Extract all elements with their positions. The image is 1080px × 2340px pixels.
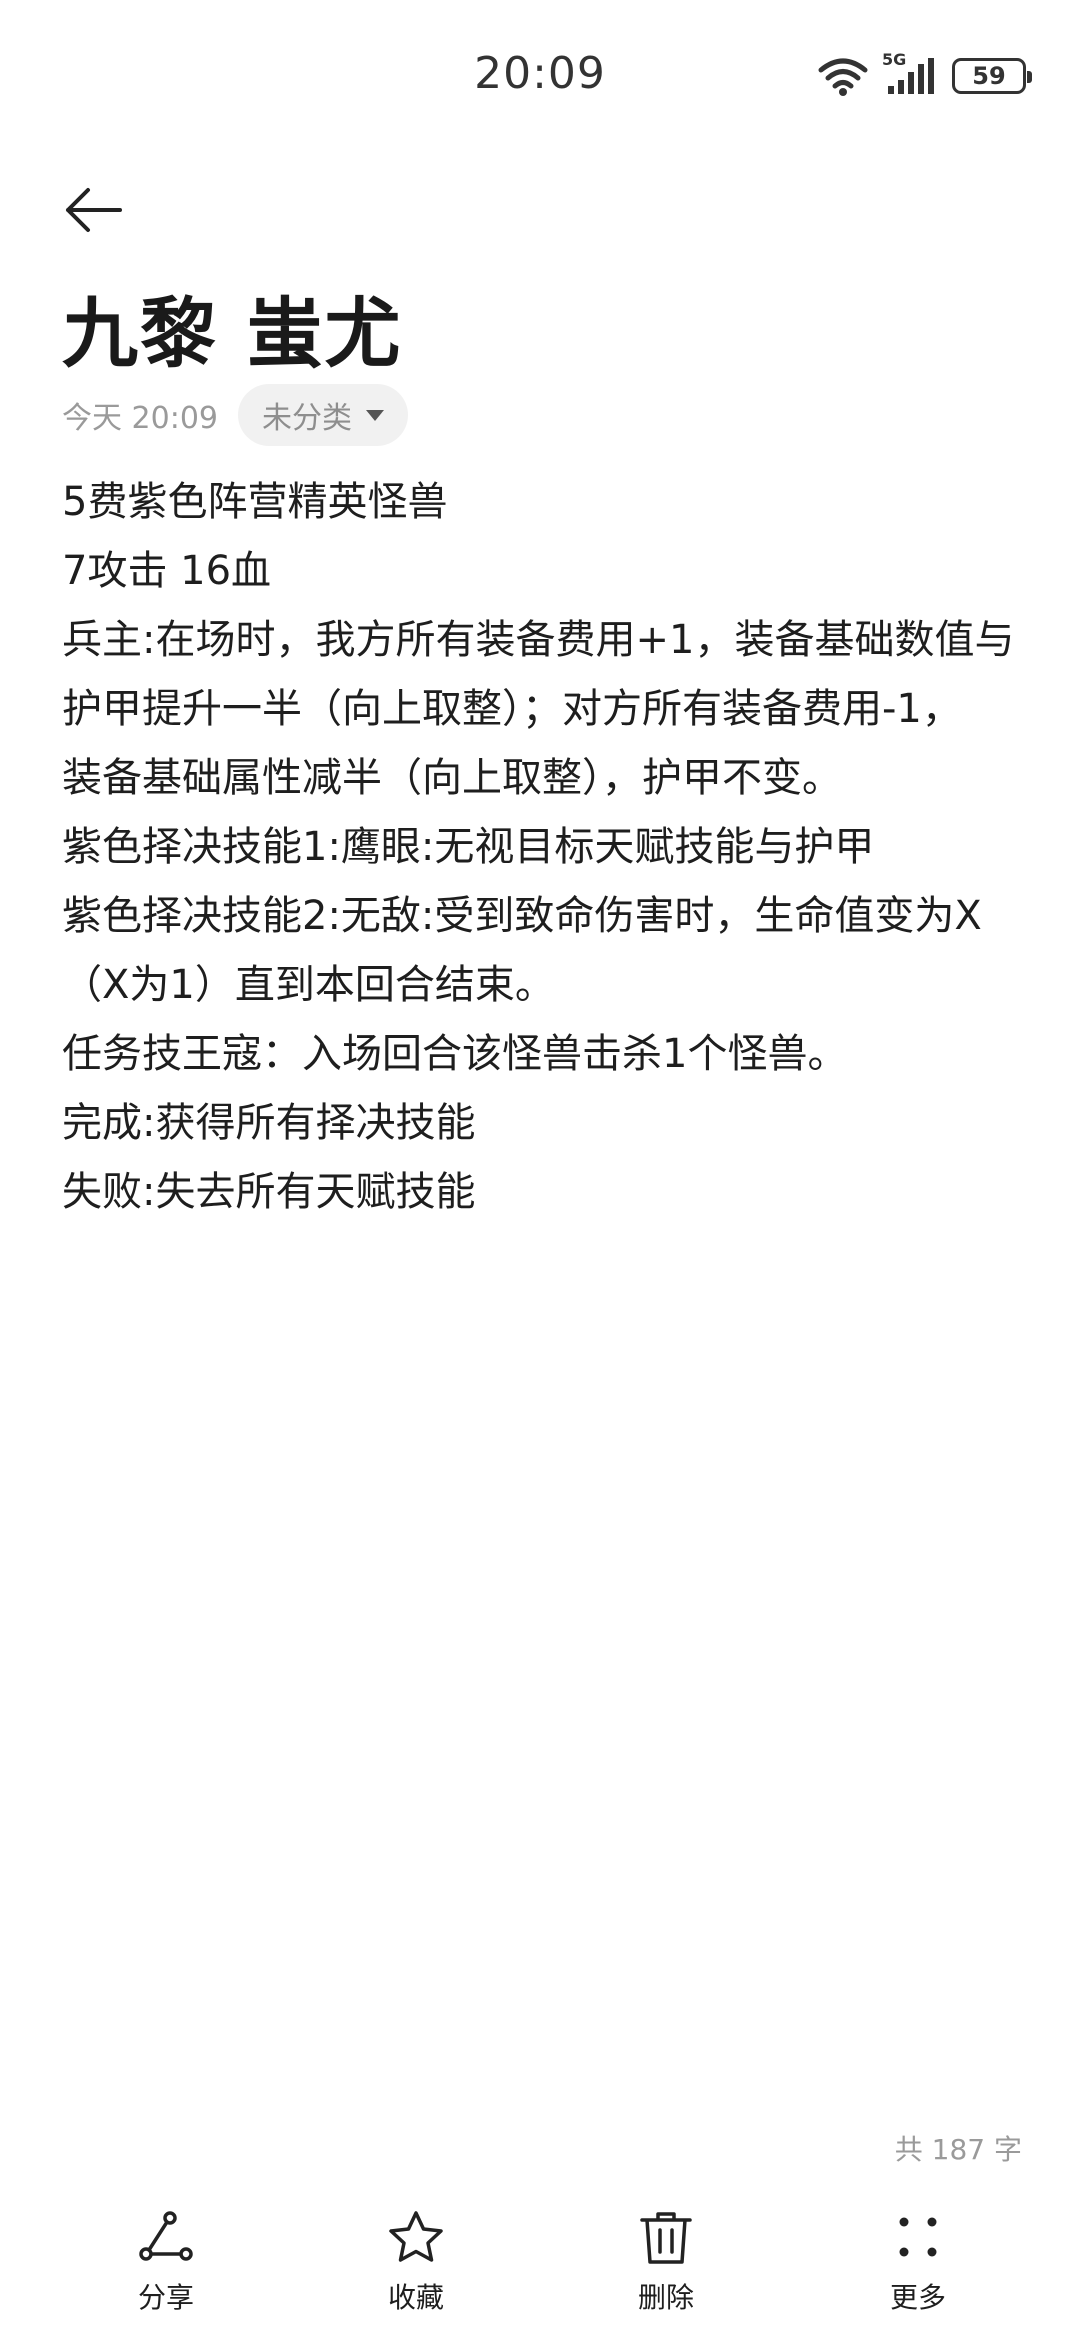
note-date: 今天 20:09 bbox=[62, 401, 218, 436]
note-line: 护甲提升一半（向上取整）；对方所有装备费用-1， bbox=[62, 686, 962, 732]
note-meta: 今天 20:09 未分类 bbox=[62, 384, 408, 446]
dropdown-arrow-icon bbox=[366, 409, 384, 421]
network-type: 5G bbox=[882, 50, 907, 69]
battery-level: 59 bbox=[972, 62, 1006, 90]
share-label: 分享 bbox=[137, 2281, 194, 2314]
more-button[interactable]: 更多 bbox=[858, 2210, 978, 2316]
favorite-label: 收藏 bbox=[387, 2281, 444, 2314]
star-icon bbox=[389, 2211, 443, 2262]
status-bar: 20:09 5G 59 bbox=[0, 0, 1080, 150]
signal-icon: 5G bbox=[882, 50, 938, 96]
note-line: 装备基础属性减半（向上取整），护甲不变。 bbox=[62, 755, 842, 801]
category-selector[interactable]: 未分类 bbox=[238, 384, 408, 446]
note-line: 紫色择决技能1:鹰眼:无视目标天赋技能与护甲 bbox=[62, 824, 875, 870]
note-title[interactable]: 九黎 蚩尤 bbox=[62, 272, 402, 382]
category-label: 未分类 bbox=[262, 401, 352, 436]
status-icons: 5G 59 bbox=[818, 50, 1032, 96]
share-button[interactable]: 分享 bbox=[106, 2210, 226, 2316]
favorite-button[interactable]: 收藏 bbox=[356, 2210, 476, 2316]
note-line: 失败:失去所有天赋技能 bbox=[62, 1169, 476, 1215]
battery-icon: 59 bbox=[952, 58, 1032, 94]
delete-label: 删除 bbox=[637, 2281, 694, 2314]
back-arrow-icon[interactable] bbox=[58, 180, 128, 240]
bottom-toolbar: 分享 收藏 删除 更多 bbox=[0, 2210, 1080, 2340]
note-line: （X为1）直到本回合结束。 bbox=[62, 962, 555, 1008]
note-line: 完成:获得所有择决技能 bbox=[62, 1100, 476, 1146]
share-icon bbox=[139, 2211, 193, 2261]
note-line: 任务技王寇：入场回合该怪兽击杀1个怪兽。 bbox=[62, 1031, 848, 1077]
note-line: 兵主:在场时，我方所有装备费用+1，装备基础数值与 bbox=[62, 617, 1015, 663]
more-label: 更多 bbox=[889, 2281, 946, 2314]
note-line: 紫色择决技能2:无敌:受到致命伤害时，生命值变为X bbox=[62, 893, 982, 939]
note-body[interactable]: 5费紫色阵营精英怪兽 7攻击 16血 兵主:在场时，我方所有装备费用+1，装备基… bbox=[62, 468, 1032, 1227]
word-count: 共 187 字 bbox=[894, 2133, 1022, 2166]
trash-icon bbox=[640, 2212, 692, 2264]
note-line: 5费紫色阵营精英怪兽 bbox=[62, 479, 448, 525]
more-dots-icon bbox=[899, 2217, 937, 2257]
wifi-icon bbox=[818, 58, 868, 96]
note-line: 7攻击 16血 bbox=[62, 548, 272, 594]
delete-button[interactable]: 删除 bbox=[606, 2210, 726, 2316]
